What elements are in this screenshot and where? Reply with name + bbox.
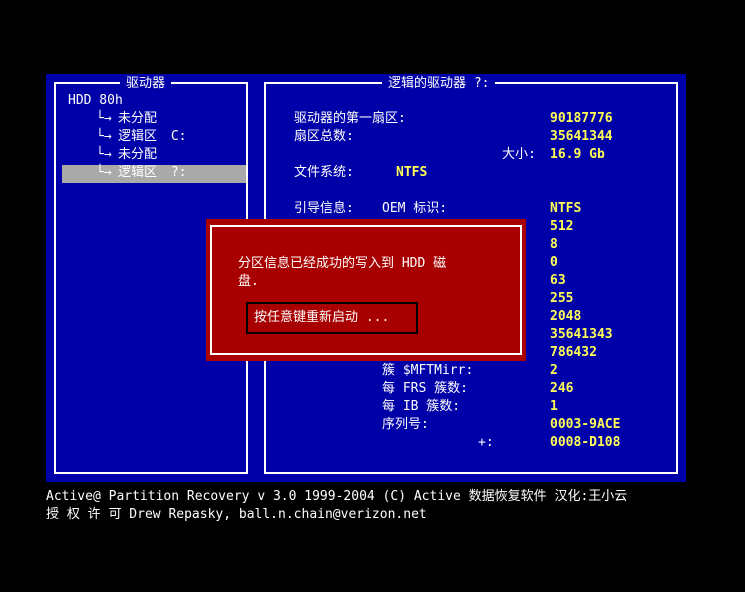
dialog-message-line-2: 盘.	[238, 274, 259, 289]
footer-line-2: 授 权 许 可 Drew Repasky, ball.n.chain@veriz…	[46, 507, 427, 522]
tree-item-label: 未分配	[118, 111, 158, 126]
ib-value: 1	[550, 399, 558, 414]
tree-item-label: 逻辑区	[118, 129, 158, 144]
frs-label: 每 FRS 簇数:	[382, 381, 468, 396]
mftmirr-value: 2	[550, 363, 558, 378]
drives-panel-title: 驱动器	[120, 75, 172, 93]
file-system-label: 文件系统:	[294, 165, 354, 180]
boot-value: 63	[550, 273, 566, 288]
frs-value: 246	[550, 381, 574, 396]
success-dialog: 分区信息已经成功的写入到 HDD 磁 盘. 按任意键重新启动 ...	[206, 219, 526, 361]
boot-value: 2048	[550, 309, 582, 324]
first-sector-label: 驱动器的第一扇区:	[294, 111, 406, 126]
tree-item-unallocated-1[interactable]: └→ 未分配	[96, 110, 157, 128]
tree-branch-icon: └→	[96, 147, 112, 162]
total-sectors-value: 35641344	[550, 129, 613, 144]
serial-extra-value: 0008-D108	[550, 435, 621, 450]
serial-extra-label: +:	[478, 435, 494, 450]
oem-id-value: NTFS	[550, 201, 582, 216]
boot-value: 8	[550, 237, 558, 252]
boot-value: 35641343	[550, 327, 613, 342]
logical-drive-panel-title: 逻辑的驱动器 ?:	[382, 75, 496, 93]
size-label: 大小:	[502, 147, 536, 162]
restart-button-label: 按任意键重新启动 ...	[254, 310, 390, 325]
tree-item-unallocated-2[interactable]: └→ 未分配	[96, 146, 157, 164]
tree-item-drive-letter: ?:	[170, 165, 187, 180]
tree-item-label: HDD 80h	[68, 93, 123, 108]
boot-value: 786432	[550, 345, 597, 360]
tree-branch-icon: └→	[96, 111, 112, 126]
size-value: 16.9 Gb	[550, 147, 605, 162]
total-sectors-label: 扇区总数:	[294, 129, 354, 144]
serial-value: 0003-9ACE	[550, 417, 621, 432]
file-system-value: NTFS	[396, 165, 428, 180]
restart-button[interactable]: 按任意键重新启动 ...	[246, 302, 418, 334]
mftmirr-label: 簇 $MFTMirr:	[382, 363, 474, 378]
serial-label: 序列号:	[382, 417, 429, 432]
tree-item-hdd[interactable]: HDD 80h	[68, 92, 123, 110]
oem-id-label: OEM 标识:	[382, 201, 448, 216]
footer-line-1: Active@ Partition Recovery v 3.0 1999-20…	[46, 489, 628, 504]
boot-value: 512	[550, 219, 574, 234]
tree-branch-icon: └→	[96, 129, 112, 144]
boot-value: 0	[550, 255, 558, 270]
boot-value: 255	[550, 291, 574, 306]
tree-item-logical-c[interactable]: └→ 逻辑区 C:	[96, 128, 187, 146]
dialog-message-line-1: 分区信息已经成功的写入到 HDD 磁	[238, 256, 447, 271]
first-sector-value: 90187776	[550, 111, 613, 126]
tree-item-label: 未分配	[118, 147, 158, 162]
tree-item-drive-letter: C:	[170, 129, 187, 144]
tree-branch-icon: └→	[96, 165, 112, 180]
tree-item-logical-unknown[interactable]: └→ 逻辑区 ?:	[96, 164, 187, 182]
tree-item-label: 逻辑区	[118, 165, 158, 180]
boot-info-label: 引导信息:	[294, 201, 354, 216]
ib-label: 每 IB 簇数:	[382, 399, 461, 414]
